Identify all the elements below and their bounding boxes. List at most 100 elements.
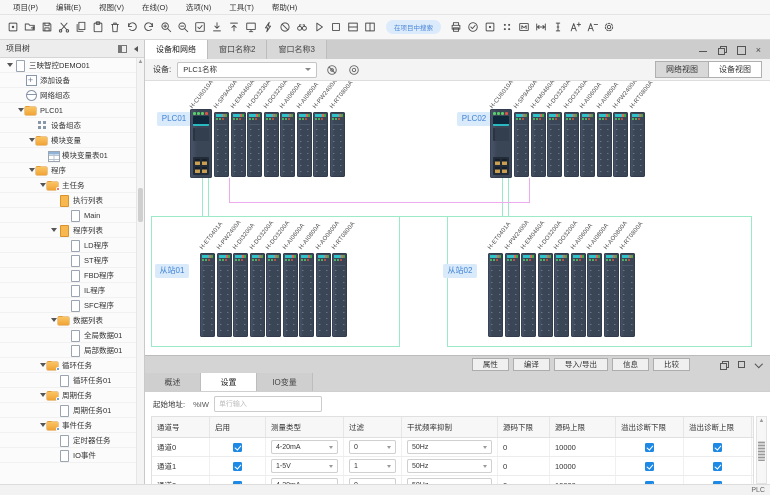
menu-item-0[interactable]: 项目(P) <box>4 0 47 15</box>
tree-item-周期任务01[interactable]: 周期任务01 <box>0 403 136 418</box>
checkbox[interactable] <box>713 462 722 471</box>
expander-icon[interactable] <box>28 138 36 142</box>
expander-icon[interactable] <box>28 168 36 172</box>
filter-select[interactable]: 1 <box>349 459 396 473</box>
cpu-module[interactable] <box>190 109 212 178</box>
expander-icon[interactable] <box>39 363 47 367</box>
measure_type-select[interactable]: 1-5V <box>271 459 338 473</box>
freq_suppress-select[interactable]: 50Hz <box>407 459 492 473</box>
cut-icon[interactable] <box>56 18 72 36</box>
eye-off-icon[interactable] <box>325 63 339 77</box>
menu-item-3[interactable]: 在线(O) <box>133 0 177 15</box>
io-module[interactable] <box>514 112 529 177</box>
zoom-in-icon[interactable] <box>158 18 174 36</box>
tree-item-LD程序[interactable]: LD程序 <box>0 238 136 253</box>
editor-tab-1[interactable]: 窗口名称2 <box>208 40 267 59</box>
editor-tab-2[interactable]: 窗口名称3 <box>267 40 326 59</box>
tree-item-程序[interactable]: 程序 <box>0 163 136 178</box>
io-module[interactable] <box>580 112 595 177</box>
collapse-panel-icon[interactable] <box>134 46 138 52</box>
measure_type-select[interactable]: 4-20mA <box>271 440 338 454</box>
inspector-button-2[interactable]: 导入/导出 <box>554 358 608 371</box>
tree-item-主任务[interactable]: 主任务 <box>0 178 136 193</box>
io-module[interactable] <box>264 112 279 177</box>
close-icon[interactable]: × <box>756 46 761 54</box>
io-module[interactable] <box>531 112 546 177</box>
io-module[interactable] <box>547 112 562 177</box>
monitor-icon[interactable] <box>243 18 259 36</box>
compile-ok-icon[interactable] <box>465 18 481 36</box>
checkbox[interactable] <box>233 443 242 452</box>
tree-item-三映智控DEMO01[interactable]: 三映智控DEMO01 <box>0 58 136 73</box>
io-module[interactable] <box>250 253 265 337</box>
io-module[interactable] <box>613 112 628 177</box>
grid-dots-icon[interactable] <box>499 18 515 36</box>
filter-select[interactable]: 0 <box>349 440 396 454</box>
menu-item-4[interactable]: 选项(N) <box>177 0 220 15</box>
menu-item-1[interactable]: 编辑(E) <box>47 0 90 15</box>
tree-item-循环任务01[interactable]: 循环任务01 <box>0 373 136 388</box>
tree-item-IL程序[interactable]: IL程序 <box>0 283 136 298</box>
tree-item-事件任务[interactable]: 事件任务 <box>0 418 136 433</box>
tree-item-SFC程序[interactable]: SFC程序 <box>0 298 136 313</box>
freq_suppress-select[interactable]: 50Hz <box>407 478 492 484</box>
checkbox[interactable] <box>713 443 722 452</box>
tree-item-Main[interactable]: Main <box>0 208 136 223</box>
spot-icon[interactable] <box>482 18 498 36</box>
io-module[interactable] <box>564 112 579 177</box>
scrollbar-thumb[interactable] <box>138 188 143 222</box>
menu-item-6[interactable]: 帮助(H) <box>263 0 306 15</box>
tree-item-周期任务[interactable]: 周期任务 <box>0 388 136 403</box>
tree-item-程序列表[interactable]: 程序列表 <box>0 223 136 238</box>
network-canvas[interactable]: PLC01H-CU6010AH-SP9A00AH-EM0460AH-DO3230… <box>145 81 770 355</box>
expander-icon[interactable] <box>50 228 58 232</box>
split-vertical-icon[interactable] <box>362 18 378 36</box>
tree-item-全局数据01[interactable]: 全局数据01 <box>0 328 136 343</box>
io-module[interactable] <box>521 253 536 337</box>
expander-icon[interactable] <box>17 108 25 112</box>
collapse-panel-chevron-icon[interactable] <box>754 361 762 369</box>
tree-item-添加设备[interactable]: 添加设备 <box>0 73 136 88</box>
io-module[interactable] <box>299 253 314 337</box>
maximize-panel-icon[interactable] <box>737 361 745 369</box>
io-module[interactable] <box>316 253 331 337</box>
insert-text-icon[interactable] <box>550 18 566 36</box>
editor-tab-0[interactable]: 设备和网络 <box>145 40 208 59</box>
minimize-icon[interactable] <box>699 46 707 54</box>
filter-select[interactable]: 0 <box>349 478 396 484</box>
font-increase-icon[interactable] <box>567 18 583 36</box>
inspector-button-4[interactable]: 比较 <box>653 358 690 371</box>
expander-icon[interactable] <box>6 63 14 67</box>
io-map-icon[interactable] <box>516 18 532 36</box>
font-decrease-icon[interactable] <box>584 18 600 36</box>
redo-icon[interactable] <box>141 18 157 36</box>
inspector-tab-0[interactable]: 概述 <box>145 373 201 391</box>
tree-item-网络组态[interactable]: 网络组态 <box>0 88 136 103</box>
scroll-up-icon[interactable]: ▲ <box>757 417 766 426</box>
io-module[interactable] <box>217 253 232 337</box>
new-project-icon[interactable] <box>5 18 21 36</box>
scrollbar-thumb[interactable] <box>758 441 765 461</box>
io-module[interactable] <box>233 253 248 337</box>
tree-item-IO事件[interactable]: IO事件 <box>0 448 136 463</box>
io-module[interactable] <box>283 253 298 337</box>
save-icon[interactable] <box>39 18 55 36</box>
download-to-device-icon[interactable] <box>209 18 225 36</box>
open-project-icon[interactable] <box>22 18 38 36</box>
tree-item-局部数据01[interactable]: 局部数据01 <box>0 343 136 358</box>
tree-item-模块变量表01[interactable]: 模块变量表01 <box>0 148 136 163</box>
io-module[interactable] <box>200 253 215 337</box>
inspector-button-1[interactable]: 编译 <box>513 358 550 371</box>
cpu-module[interactable] <box>490 109 512 178</box>
io-module[interactable] <box>488 253 503 337</box>
io-module[interactable] <box>571 253 586 337</box>
io-module[interactable] <box>214 112 229 177</box>
tree-item-循环任务[interactable]: 循环任务 <box>0 358 136 373</box>
raw-low-cell[interactable]: 0 <box>498 438 550 456</box>
split-horizontal-icon[interactable] <box>345 18 361 36</box>
float-panel-icon[interactable] <box>720 361 728 369</box>
io-module[interactable] <box>554 253 569 337</box>
io-module[interactable] <box>620 253 635 337</box>
table-scrollbar[interactable]: ▲ <box>756 416 767 484</box>
freq_suppress-select[interactable]: 50Hz <box>407 440 492 454</box>
